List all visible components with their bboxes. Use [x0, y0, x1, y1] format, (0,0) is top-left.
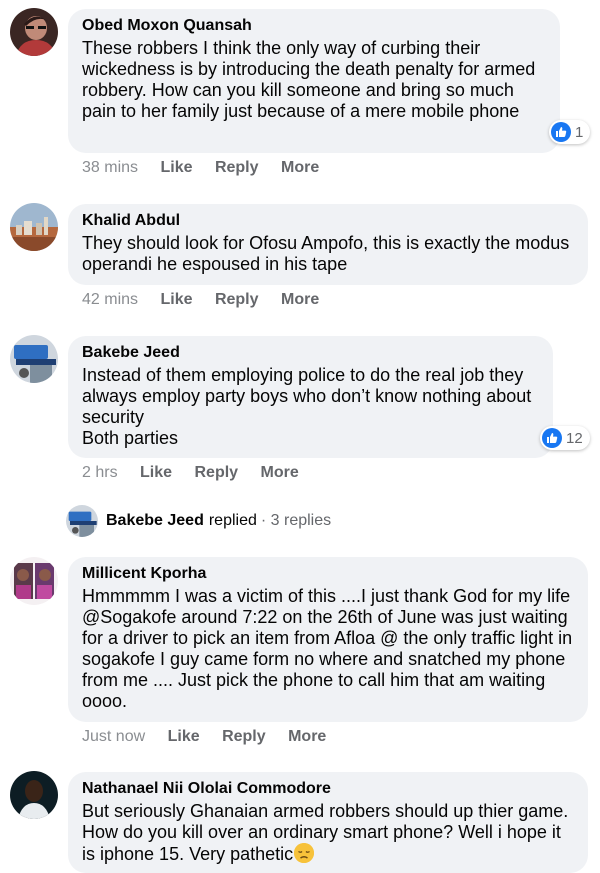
comment-text: Hmmmmm I was a victim of this ....I just…	[82, 586, 573, 711]
comment-author[interactable]: Obed Moxon Quansah	[82, 16, 546, 36]
avatar[interactable]	[10, 8, 58, 56]
comment-text: Instead of them employing police to do t…	[82, 365, 539, 449]
reply-author: Bakebe Jeed	[106, 512, 204, 529]
like-button[interactable]: Like	[160, 290, 192, 310]
comment-text-line: Both parties	[82, 428, 179, 448]
avatar[interactable]	[10, 335, 58, 383]
reply-verb: replied	[208, 512, 257, 529]
more-button[interactable]: More	[288, 727, 326, 747]
comment-text: They should look for Ofosu Ampofo, this …	[82, 233, 570, 274]
reaction-count: 1	[575, 123, 584, 141]
comment-bubble: Khalid Abdul They should look for Ofosu …	[68, 204, 588, 285]
comment-bubble: Obed Moxon Quansah These robbers I think…	[68, 9, 560, 153]
comment-meta: 38 mins Like Reply More	[82, 158, 319, 178]
comment-time[interactable]: 42 mins	[82, 290, 138, 310]
like-button[interactable]: Like	[168, 727, 200, 747]
thumbs-up-icon	[551, 122, 571, 142]
disappointed-face-icon	[294, 843, 315, 863]
more-button[interactable]: More	[281, 290, 319, 310]
avatar[interactable]	[10, 771, 58, 819]
thumbs-up-icon	[542, 428, 562, 448]
comment-time[interactable]: Just now	[82, 727, 145, 747]
comment-time[interactable]: 2 hrs	[82, 463, 118, 483]
reply-button[interactable]: Reply	[195, 463, 239, 483]
comment-text: These robbers I think the only way of cu…	[82, 38, 536, 121]
reaction-count: 12	[566, 429, 583, 447]
comment-author[interactable]: Khalid Abdul	[82, 211, 574, 231]
comment-meta: Just now Like Reply More	[82, 727, 326, 747]
avatar[interactable]	[10, 203, 58, 251]
comment-time[interactable]: 38 mins	[82, 158, 138, 178]
more-button[interactable]: More	[281, 158, 319, 178]
comment-author[interactable]: Millicent Kporha	[82, 564, 574, 584]
comment-text-body: But seriously Ghanaian armed robbers sho…	[82, 801, 569, 864]
reaction-badge[interactable]: 1	[549, 120, 591, 144]
comment-bubble: Nathanael Nii Ololai Commodore But serio…	[68, 772, 588, 873]
comment-bubble: Millicent Kporha Hmmmmm I was a victim o…	[68, 557, 588, 722]
comment-text-line: Instead of them employing police to do t…	[82, 365, 532, 427]
avatar[interactable]	[10, 557, 58, 605]
comment-bubble: Bakebe Jeed Instead of them employing po…	[68, 336, 553, 458]
like-button[interactable]: Like	[140, 463, 172, 483]
reply-count: · 3 replies	[260, 512, 332, 529]
comment-meta: 42 mins Like Reply More	[82, 290, 319, 310]
comment-author[interactable]: Nathanael Nii Ololai Commodore	[82, 779, 574, 799]
reply-button[interactable]: Reply	[222, 727, 266, 747]
reply-button[interactable]: Reply	[215, 158, 259, 178]
comment-text: But seriously Ghanaian armed robbers sho…	[82, 801, 574, 865]
reaction-badge[interactable]: 12	[540, 426, 590, 450]
comment-author[interactable]: Bakebe Jeed	[82, 343, 539, 363]
reply-button[interactable]: Reply	[215, 290, 259, 310]
view-replies-link[interactable]: Bakebe Jeed replied · 3 replies	[66, 505, 331, 537]
more-button[interactable]: More	[261, 463, 299, 483]
like-button[interactable]: Like	[160, 158, 192, 178]
avatar	[66, 505, 98, 537]
comment-meta: 2 hrs Like Reply More	[82, 463, 299, 483]
